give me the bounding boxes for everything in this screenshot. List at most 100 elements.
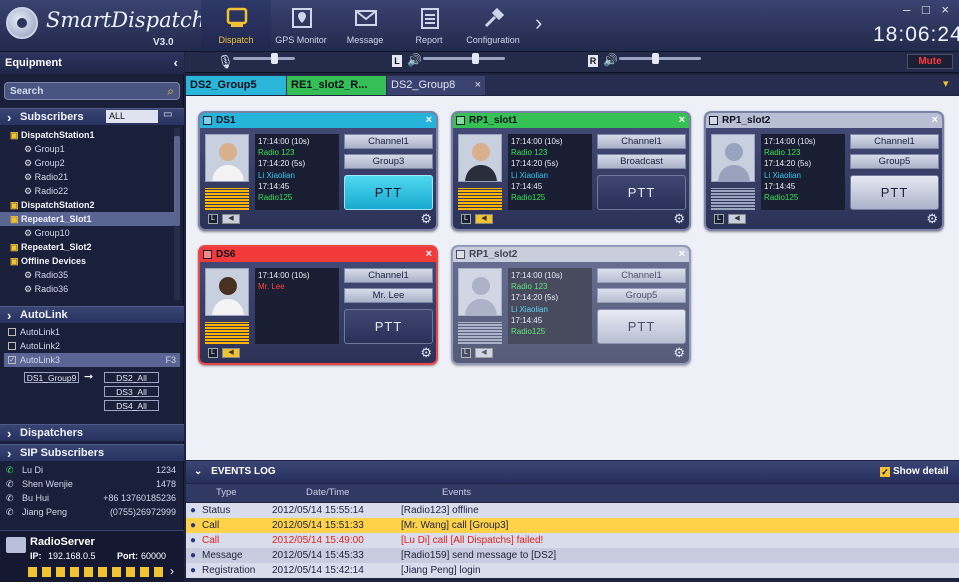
sip-item[interactable]: ✆ Bu Hui +86 13760185236	[6, 491, 176, 505]
close-icon[interactable]: ×	[426, 247, 432, 262]
maximize-icon[interactable]: □	[922, 2, 930, 17]
autolink-item[interactable]: ✓ AutoLink3 F3	[4, 353, 180, 367]
channel-select[interactable]: Channel1	[597, 268, 686, 283]
autolink-target[interactable]: DS3_All	[104, 386, 159, 397]
event-row[interactable]: ● Registration 2012/05/14 15:42:14 [Jiang P…	[186, 563, 959, 578]
left-speaker-button[interactable]: L	[714, 214, 724, 224]
search-icon[interactable]: ⌕	[167, 84, 174, 99]
speaker-icon[interactable]: ◀	[222, 348, 240, 358]
card-checkbox[interactable]	[456, 116, 465, 125]
tab-close-icon[interactable]: ×	[475, 76, 481, 95]
left-speaker-button[interactable]: L	[461, 348, 471, 358]
left-speaker-button[interactable]: L	[461, 214, 471, 224]
gear-icon[interactable]: ⚙	[420, 211, 432, 227]
tree-item[interactable]: ▣ Repeater1_Slot1	[0, 212, 174, 226]
card-checkbox[interactable]	[203, 250, 212, 259]
tab-ds2-group5[interactable]: DS2_Group5	[186, 76, 286, 95]
card-header[interactable]: RP1_slot1 ×	[453, 113, 689, 128]
right-volume-slider[interactable]	[619, 57, 701, 60]
search-input[interactable]: Search ⌕	[4, 82, 180, 100]
collapse-events-icon[interactable]: ⌄	[194, 466, 202, 477]
tree-item[interactable]: ⚙ Radio35	[0, 268, 174, 282]
tab-ds2-group8[interactable]: DS2_Group8 ×	[387, 76, 485, 95]
close-icon[interactable]: ×	[679, 247, 685, 262]
tab-re1-slot2[interactable]: RE1_slot2_R...	[287, 76, 386, 95]
target-select[interactable]: Group5	[850, 154, 939, 169]
sip-section-header[interactable]: SIP Subscribers	[0, 444, 184, 462]
event-row[interactable]: ● Call 2012/05/14 15:51:33 [Mr. Wang] call …	[186, 518, 959, 533]
dispatchers-section-header[interactable]: Dispatchers	[0, 424, 184, 442]
collapse-chevron-icon[interactable]: ‹	[174, 52, 178, 74]
sip-item[interactable]: ✆ Lu Di 1234	[6, 463, 176, 477]
mic-volume-knob[interactable]	[271, 53, 278, 64]
speaker-icon[interactable]: ◀	[475, 214, 493, 224]
tree-scrollbar[interactable]	[174, 128, 180, 300]
gear-icon[interactable]: ⚙	[673, 211, 685, 227]
toolbar-gps-monitor[interactable]: GPS Monitor	[266, 0, 336, 50]
server-more-chevron-icon[interactable]: ›	[170, 564, 174, 578]
ptt-button[interactable]: PTT	[344, 175, 433, 210]
tree-item[interactable]: ⚙ Radio36	[0, 282, 174, 296]
target-select[interactable]: Group3	[344, 154, 433, 169]
card-header[interactable]: RP1_slot2 ×	[453, 247, 689, 262]
tree-item[interactable]: ▣ DispatchStation2	[0, 198, 174, 212]
tree-item[interactable]: ▣ Repeater1_Slot2	[0, 240, 174, 254]
card-checkbox[interactable]	[456, 250, 465, 259]
left-speaker-button[interactable]: L	[208, 348, 218, 358]
tabs-dropdown-icon[interactable]: ▾	[943, 77, 949, 90]
target-select[interactable]: Mr. Lee	[344, 288, 433, 303]
minimize-icon[interactable]: –	[903, 2, 910, 17]
ptt-button[interactable]: PTT	[850, 175, 939, 210]
toolbar-dispatch[interactable]: Dispatch	[201, 0, 271, 50]
gear-icon[interactable]: ⚙	[926, 211, 938, 227]
sip-item[interactable]: ✆ Shen Wenjie 1478	[6, 477, 176, 491]
event-row[interactable]: ● Call 2012/05/14 15:49:00 [Lu Di] call [Al…	[186, 533, 959, 548]
event-row[interactable]: ● Message 2012/05/14 15:45:33 [Radio159] se…	[186, 548, 959, 563]
gear-icon[interactable]: ⚙	[673, 345, 685, 361]
card-header[interactable]: RP1_slot2 ×	[706, 113, 942, 128]
autolink-source[interactable]: DS1_Group9	[24, 372, 79, 383]
channel-select[interactable]: Channel1	[850, 134, 939, 149]
close-icon[interactable]: ×	[941, 2, 949, 17]
card-checkbox[interactable]	[709, 116, 718, 125]
ptt-button[interactable]: PTT	[597, 175, 686, 210]
target-select[interactable]: Group5	[597, 288, 686, 303]
autolink-target[interactable]: DS4_All	[104, 400, 159, 411]
ptt-button[interactable]: PTT	[344, 309, 433, 344]
tree-item[interactable]: ▣ DispatchStation1	[0, 128, 174, 142]
toolbar-report[interactable]: Report	[394, 0, 464, 50]
channel-select[interactable]: Channel1	[597, 134, 686, 149]
autolink-target[interactable]: DS2_All	[104, 372, 159, 383]
close-icon[interactable]: ×	[932, 113, 938, 128]
tree-item[interactable]: ⚙ Group1	[0, 142, 174, 156]
mute-button[interactable]: Mute	[907, 54, 953, 69]
right-volume-knob[interactable]	[652, 53, 659, 64]
toolbar-more-chevron-icon[interactable]: ›	[535, 10, 542, 36]
card-checkbox[interactable]	[203, 116, 212, 125]
left-volume-knob[interactable]	[472, 53, 479, 64]
mic-volume-slider[interactable]	[233, 57, 295, 60]
sip-item[interactable]: ✆ Jiang Peng (0755)26972999	[6, 505, 176, 519]
close-icon[interactable]: ×	[426, 113, 432, 128]
autolink-checkbox[interactable]	[8, 342, 16, 350]
channel-select[interactable]: Channel1	[344, 268, 433, 283]
tree-item[interactable]: ⚙ Radio21	[0, 170, 174, 184]
close-icon[interactable]: ×	[679, 113, 685, 128]
toolbar-configuration[interactable]: Configuration	[458, 0, 528, 50]
tree-item[interactable]: ⚙ Group10	[0, 226, 174, 240]
ptt-button[interactable]: PTT	[597, 309, 686, 344]
autolink-item[interactable]: AutoLink1	[4, 325, 180, 339]
target-select[interactable]: Broadcast	[597, 154, 686, 169]
autolink-item[interactable]: AutoLink2	[4, 339, 180, 353]
card-header[interactable]: DS1 ×	[200, 113, 436, 128]
tree-item[interactable]: ⚙ Group2	[0, 156, 174, 170]
speaker-icon[interactable]: ◀	[475, 348, 493, 358]
left-speaker-button[interactable]: L	[208, 214, 218, 224]
left-volume-slider[interactable]	[423, 57, 505, 60]
speaker-icon[interactable]: ◀	[222, 214, 240, 224]
tree-item[interactable]: ▣ Offline Devices	[0, 254, 174, 268]
gear-icon[interactable]: ⚙	[420, 345, 432, 361]
channel-select[interactable]: Channel1	[344, 134, 433, 149]
event-row[interactable]: ● Status 2012/05/14 15:55:14 [Radio123] off…	[186, 503, 959, 518]
tree-item[interactable]: ⚙ Radio22	[0, 184, 174, 198]
